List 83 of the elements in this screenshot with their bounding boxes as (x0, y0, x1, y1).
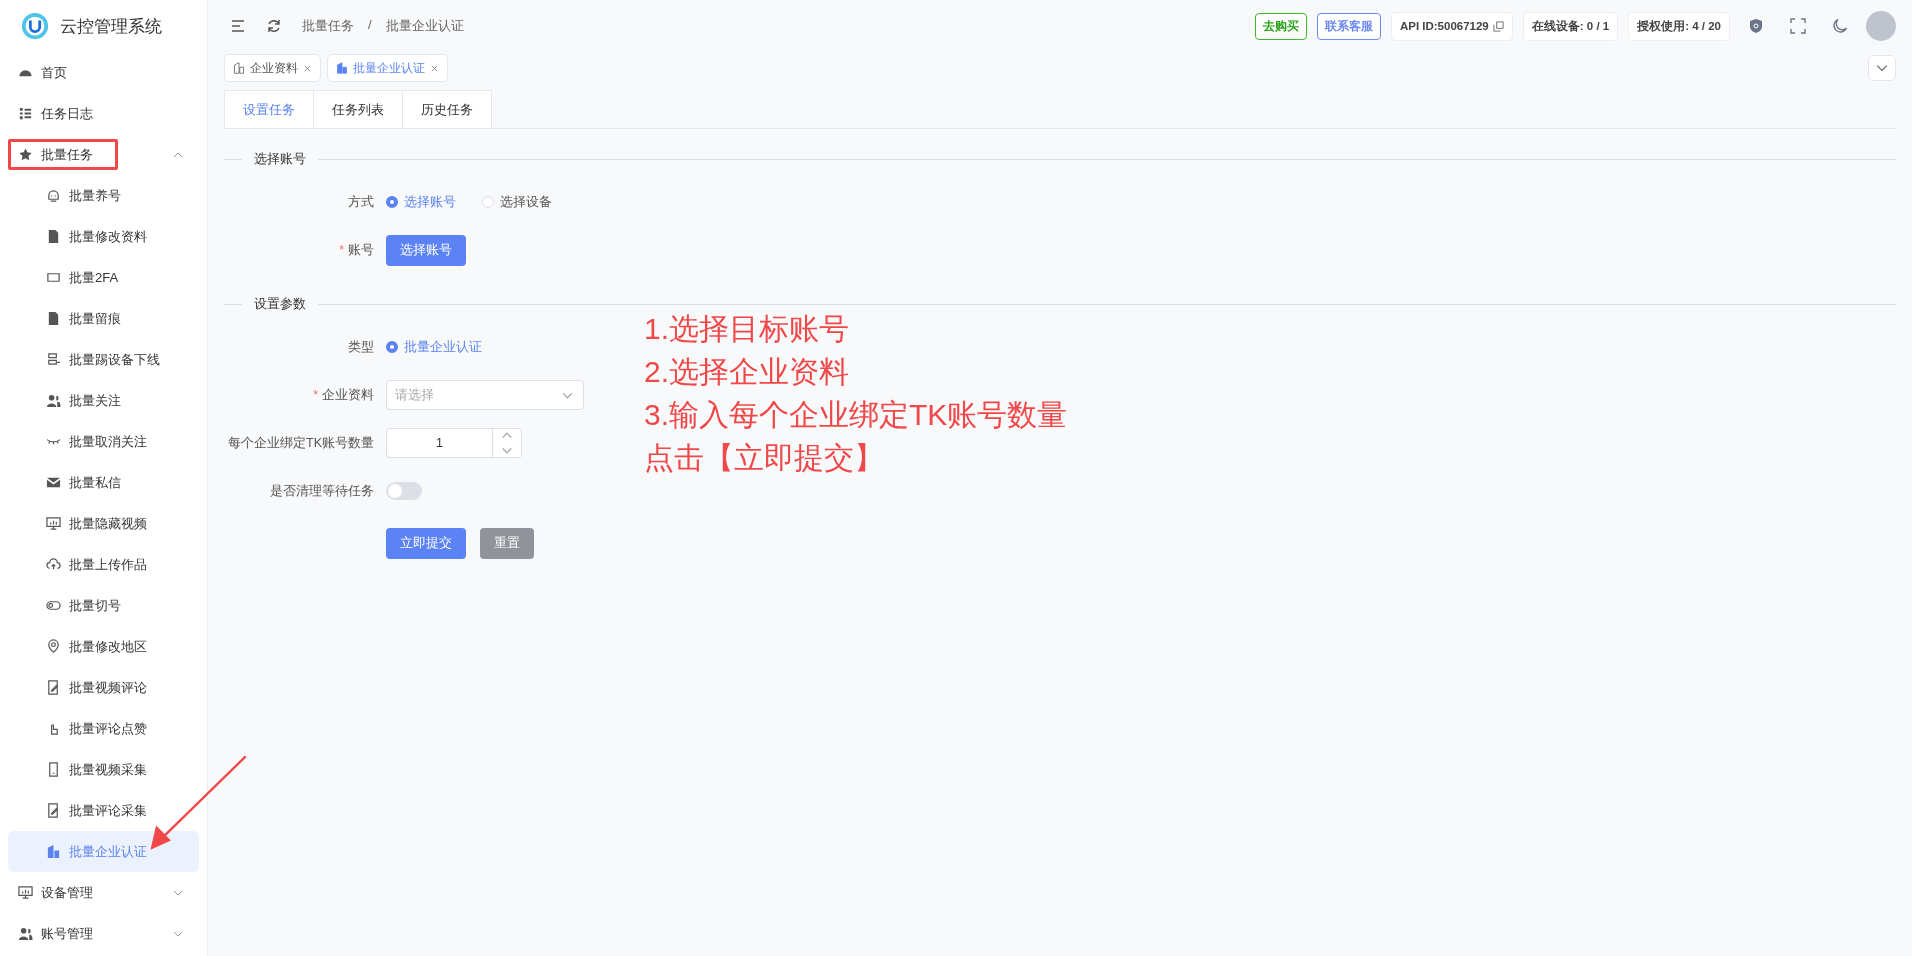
tab[interactable]: 任务列表 (313, 90, 403, 128)
breadcrumb-item[interactable]: 批量任务 (302, 17, 354, 35)
dropdown-button[interactable] (1868, 55, 1896, 81)
breadcrumb-separator: / (368, 17, 372, 34)
moon-icon[interactable] (1832, 18, 1848, 34)
face-icon (46, 188, 61, 203)
submenu-item[interactable]: 批量留痕 (8, 298, 199, 339)
menu-item[interactable]: 首页 (0, 52, 207, 93)
radio-option[interactable]: 选择设备 (482, 193, 552, 211)
submenu-item[interactable]: 批量视频评论 (8, 667, 199, 708)
submenu-item[interactable]: 批量隐藏视频 (8, 503, 199, 544)
tab[interactable]: 设置任务 (224, 90, 314, 128)
radio-option[interactable]: 选择账号 (386, 193, 456, 211)
shield-icon[interactable] (1748, 18, 1764, 34)
annotation-text: 2.选择企业资料 (644, 354, 851, 390)
toggle-switch[interactable] (386, 482, 422, 500)
refresh-icon[interactable] (266, 18, 282, 34)
toggle-icon (46, 598, 61, 613)
building-icon (46, 844, 61, 859)
star-icon (18, 147, 33, 162)
number-field[interactable]: 1 (386, 428, 522, 458)
field-label: 每个企业绑定TK账号数量 (227, 434, 375, 452)
api-id: API ID:50067129 (1399, 20, 1489, 32)
online-devices: 在线设备: 0 / 1 (1522, 11, 1619, 41)
menu-item[interactable]: 账号管理 (0, 913, 207, 954)
annotation-text: 3.输入每个企业绑定TK账号数量 (644, 397, 1068, 433)
mail-icon (46, 475, 61, 490)
submenu-item[interactable]: 批量切号 (8, 585, 199, 626)
users-icon (18, 926, 33, 941)
section-title: 选择账号 (242, 152, 318, 166)
pencil-note-icon (46, 680, 61, 695)
phone-icon (46, 762, 61, 777)
list-icon (18, 106, 33, 121)
fullscreen-icon[interactable] (1790, 18, 1806, 34)
section-title: 设置参数 (242, 297, 318, 311)
submenu-item[interactable]: 批量取消关注 (8, 421, 199, 462)
server-icon (46, 352, 61, 367)
submenu-item[interactable]: 批量养号 (8, 175, 199, 216)
annotation-text: 1.选择目标账号 (644, 311, 851, 347)
avatar[interactable] (1866, 11, 1896, 41)
close-icon[interactable] (303, 63, 312, 73)
pencil-note-icon (46, 803, 61, 818)
radio-option[interactable]: 批量企业认证 (386, 338, 482, 356)
submenu-item[interactable]: 批量上传作品 (8, 544, 199, 585)
submenu-item[interactable]: 批量2FA (8, 257, 199, 298)
menu-item[interactable]: 设备管理 (0, 872, 207, 913)
menu-icon[interactable] (230, 18, 246, 34)
annotation-text: 点击【立即提交】 (644, 440, 885, 476)
card-icon (46, 270, 61, 285)
logo-icon (20, 11, 50, 41)
document-icon (46, 229, 61, 244)
field-label: * 账号 (338, 241, 375, 259)
field-label: 是否清理等待任务 (269, 482, 375, 500)
document-icon (46, 311, 61, 326)
users-icon (46, 393, 61, 408)
close-icon[interactable] (430, 63, 439, 73)
menu-item[interactable]: 批量任务 (0, 134, 207, 175)
submenu-item[interactable]: 批量关注 (8, 380, 199, 421)
submenu-item[interactable]: 批量视频采集 (8, 749, 199, 790)
submenu-item[interactable]: 批量修改地区 (8, 626, 199, 667)
building-icon (336, 62, 348, 74)
submenu-item[interactable]: 批量评论点赞 (8, 708, 199, 749)
menu-item[interactable]: 任务日志 (0, 93, 207, 134)
submenu-item[interactable]: 批量私信 (8, 462, 199, 503)
cloud-upload-icon (46, 557, 61, 572)
chevron-icon (1876, 62, 1888, 74)
page-tab[interactable]: 批量企业认证 (327, 54, 448, 82)
field-label: * 企业资料 (312, 386, 375, 404)
location-pin-icon (46, 639, 61, 654)
license-usage: 授权使用: 4 / 20 (1628, 11, 1730, 41)
field-label: 方式 (347, 193, 375, 211)
copy-icon[interactable] (1492, 20, 1504, 32)
submenu-item[interactable]: 批量评论采集 (8, 790, 199, 831)
app-title: 云控管理系统 (60, 15, 162, 38)
tab[interactable]: 历史任务 (402, 90, 492, 128)
page-tab[interactable]: 企业资料 (224, 54, 321, 82)
monitor-icon (18, 885, 33, 900)
submenu-item[interactable]: 批量修改资料 (8, 216, 199, 257)
monitor-icon (46, 516, 61, 531)
building-icon (233, 62, 245, 74)
breadcrumb-item[interactable]: 批量企业认证 (385, 17, 464, 35)
field-label: 类型 (347, 338, 375, 356)
submenu-item[interactable]: 批量踢设备下线 (8, 339, 199, 380)
